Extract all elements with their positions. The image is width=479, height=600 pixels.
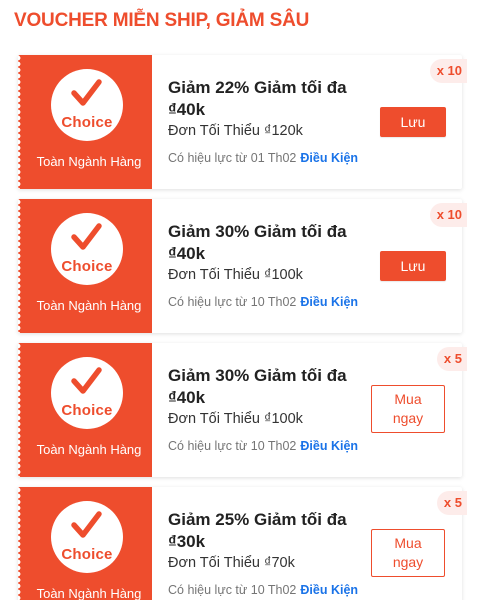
voucher-min-order: Đơn Tối Thiểu ₫100k [168, 267, 303, 283]
terms-link[interactable]: Điều Kiện [300, 295, 358, 309]
voucher-title: Giảm 22% Giảm tối đa ₫40k [168, 78, 347, 119]
quantity-badge: x 5 [436, 347, 467, 371]
validity-text: Có hiệu lực từ 01 Th02 [168, 151, 297, 165]
choice-label: Choice [61, 402, 113, 419]
voucher-scope: Toàn Ngành Hàng [36, 442, 142, 457]
choice-label: Choice [61, 546, 113, 563]
checkmark-icon [71, 367, 102, 394]
terms-link[interactable]: Điều Kiện [300, 583, 358, 597]
voucher-body: Giảm 25% Giảm tối đa ₫30k Đơn Tối Thiểu … [168, 487, 388, 600]
voucher-min-order: Đơn Tối Thiểu ₫100k [168, 411, 303, 427]
page-title: VOUCHER MIỄN SHIP, GIẢM SÂU [14, 10, 310, 31]
checkmark-icon [71, 511, 102, 538]
voucher-card: Choice Toàn Ngành Hàng Giảm 22% Giảm tối… [18, 55, 467, 189]
voucher-validity: Có hiệu lực từ 10 Th02 Điều Kiện [168, 583, 358, 597]
voucher-min-order: Đơn Tối Thiểu ₫120k [168, 123, 303, 139]
voucher-scope: Toàn Ngành Hàng [36, 298, 142, 313]
choice-label: Choice [61, 114, 113, 131]
save-button[interactable]: Lưu [380, 251, 446, 281]
buy-now-button[interactable]: Mua ngay [371, 529, 445, 577]
choice-badge: Choice [51, 501, 123, 573]
quantity-badge: x 5 [436, 491, 467, 515]
voucher-body: Giảm 22% Giảm tối đa ₫40k Đơn Tối Thiểu … [168, 55, 388, 189]
voucher-title: Giảm 25% Giảm tối đa ₫30k [168, 510, 347, 551]
voucher-body: Giảm 30% Giảm tối đa ₫40k Đơn Tối Thiểu … [168, 343, 388, 477]
choice-badge: Choice [51, 69, 123, 141]
terms-link[interactable]: Điều Kiện [300, 151, 358, 165]
save-button[interactable]: Lưu [380, 107, 446, 137]
voucher-left-panel: Choice Toàn Ngành Hàng [18, 487, 152, 600]
voucher-title: Giảm 30% Giảm tối đa ₫40k [168, 366, 347, 407]
choice-badge: Choice [51, 213, 123, 285]
terms-link[interactable]: Điều Kiện [300, 439, 358, 453]
voucher-card: Choice Toàn Ngành Hàng Giảm 30% Giảm tối… [18, 199, 467, 333]
voucher-left-panel: Choice Toàn Ngành Hàng [18, 343, 152, 477]
voucher-validity: Có hiệu lực từ 10 Th02 Điều Kiện [168, 439, 358, 453]
quantity-badge: x 10 [429, 59, 467, 83]
voucher-left-panel: Choice Toàn Ngành Hàng [18, 55, 152, 189]
voucher-left-panel: Choice Toàn Ngành Hàng [18, 199, 152, 333]
checkmark-icon [71, 223, 102, 250]
voucher-card: Choice Toàn Ngành Hàng Giảm 25% Giảm tối… [18, 487, 467, 600]
voucher-min-order: Đơn Tối Thiểu ₫70k [168, 555, 295, 571]
validity-text: Có hiệu lực từ 10 Th02 [168, 439, 297, 453]
voucher-validity: Có hiệu lực từ 01 Th02 Điều Kiện [168, 151, 358, 165]
voucher-scope: Toàn Ngành Hàng [36, 586, 142, 600]
voucher-validity: Có hiệu lực từ 10 Th02 Điều Kiện [168, 295, 358, 309]
checkmark-icon [71, 79, 102, 106]
quantity-badge: x 10 [429, 203, 467, 227]
choice-label: Choice [61, 258, 113, 275]
buy-now-button[interactable]: Mua ngay [371, 385, 445, 433]
voucher-scope: Toàn Ngành Hàng [36, 154, 142, 169]
voucher-title: Giảm 30% Giảm tối đa ₫40k [168, 222, 347, 263]
choice-badge: Choice [51, 357, 123, 429]
voucher-body: Giảm 30% Giảm tối đa ₫40k Đơn Tối Thiểu … [168, 199, 388, 333]
validity-text: Có hiệu lực từ 10 Th02 [168, 583, 297, 597]
validity-text: Có hiệu lực từ 10 Th02 [168, 295, 297, 309]
voucher-card: Choice Toàn Ngành Hàng Giảm 30% Giảm tối… [18, 343, 467, 477]
